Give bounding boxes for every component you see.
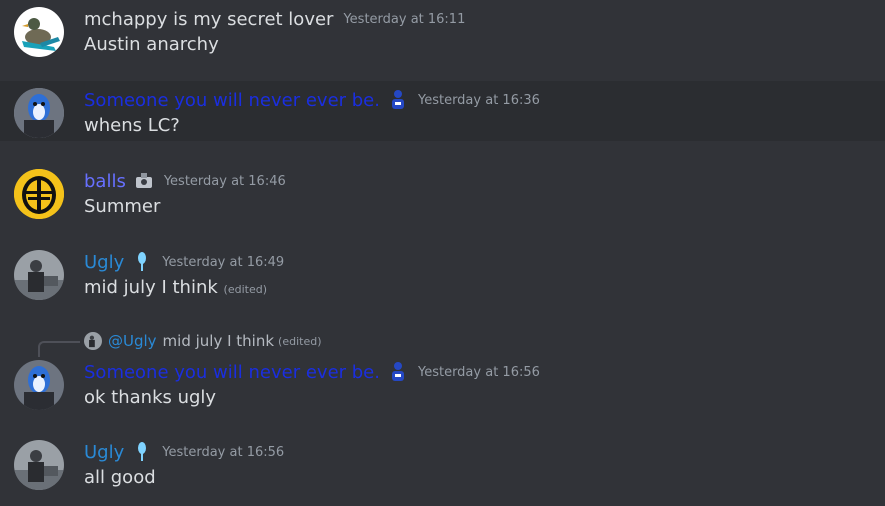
message-text: ok thanks ugly [84,387,217,408]
duck-avatar-icon[interactable] [14,7,64,57]
author-name[interactable]: Ugly [84,442,124,463]
photo-avatar-icon[interactable] [14,440,64,490]
author-name[interactable]: mchappy is my secret lover [84,9,333,30]
blue-penguin-avatar-icon[interactable] [14,88,64,138]
timestamp: Yesterday at 16:49 [162,254,285,270]
edited-label: (edited) [223,283,267,296]
reply-mention[interactable]: @Ugly [108,332,157,350]
author-name[interactable]: balls [84,171,126,192]
author-name[interactable]: Someone you will never ever be. [84,90,380,111]
message-text: Austin anarchy [84,34,219,55]
message-row: balls Yesterday at 16:46 Summer [0,162,885,232]
blue-figure-badge-icon [388,89,408,111]
message-row: mchappy is my secret lover Yesterday at … [0,0,885,80]
message-text: mid july I think (edited) [84,277,267,298]
timestamp: Yesterday at 16:56 [417,364,540,380]
author-name[interactable]: Someone you will never ever be. [84,362,380,383]
message-text: whens LC? [84,115,180,136]
blue-pin-badge-icon [132,441,152,463]
edited-label: (edited) [278,334,322,348]
message-text: Summer [84,196,161,217]
message-text: all good [84,467,156,488]
blue-figure-badge-icon [388,361,408,383]
timestamp: Yesterday at 16:46 [163,173,286,189]
message-row: Someone you will never ever be. Yesterda… [0,81,885,141]
blue-penguin-avatar-icon[interactable] [14,360,64,410]
message-row: Someone you will never ever be. Yesterda… [0,353,885,433]
author-name[interactable]: Ugly [84,252,124,273]
blue-pin-badge-icon [132,251,152,273]
camera-badge-icon [134,170,154,192]
photo-avatar-icon[interactable] [14,250,64,300]
reply-preview-text: mid july I think [162,332,275,350]
message-row: Ugly Yesterday at 16:56 all good [0,433,885,506]
photo-avatar-icon [84,332,102,350]
message-text-body: mid july I think [84,277,218,298]
timestamp: Yesterday at 16:11 [343,11,466,27]
yellow-helmet-avatar-icon[interactable] [14,169,64,219]
timestamp: Yesterday at 16:36 [417,92,540,108]
timestamp: Yesterday at 16:56 [162,444,285,460]
message-row: Ugly Yesterday at 16:49 mid july I think… [0,243,885,313]
reply-preview[interactable]: @Ugly mid july I think (edited) [84,331,322,351]
